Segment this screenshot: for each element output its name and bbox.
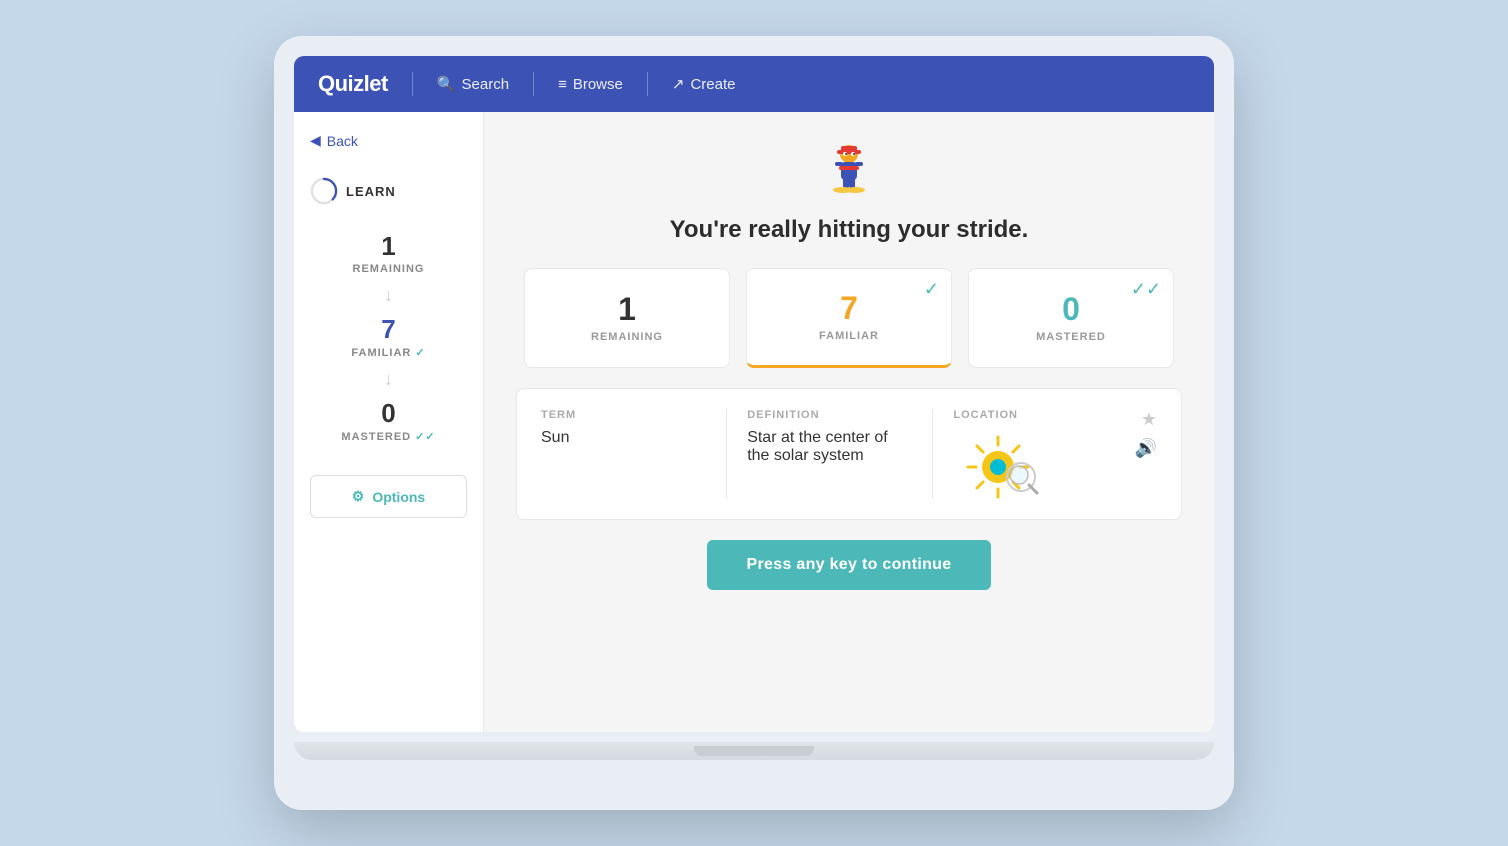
arrow-down-icon-2: ↓: [384, 369, 393, 390]
nav-divider-2: [533, 72, 534, 96]
mastered-card: ✓✓ 0 MASTERED: [968, 268, 1174, 368]
stats-cards-row: 1 REMAINING ✓ 7 FAMILIAR ✓✓ 0 MASTERED: [516, 268, 1182, 368]
mascot-icon: [817, 140, 881, 204]
main-area: You're really hitting your stride. 1 REM…: [484, 112, 1214, 732]
definition-column: DEFINITION Star at the center of the sol…: [747, 409, 912, 465]
term-image: [953, 429, 1053, 499]
options-icon: ⚙: [352, 488, 365, 505]
create-icon: ↗: [672, 75, 685, 93]
nav-divider-3: [647, 72, 648, 96]
options-button[interactable]: ⚙ Options: [310, 475, 467, 518]
navbar: Quizlet 🔍 Search ≡ Browse ↗ Create: [294, 56, 1214, 112]
learn-progress-icon: [310, 177, 338, 205]
back-button[interactable]: ◀ Back: [310, 132, 467, 149]
nav-logo: Quizlet: [318, 71, 388, 97]
browse-icon: ≡: [558, 76, 567, 93]
term-column: TERM Sun: [541, 409, 706, 447]
term-card: TERM Sun DEFINITION Star at the center o…: [516, 388, 1182, 520]
star-button[interactable]: ★: [1141, 409, 1157, 430]
location-column: LOCATION: [953, 409, 1118, 499]
sidebar: ◀ Back LEARN 1 REMAINING ↓ 7: [294, 112, 484, 732]
remaining-card: 1 REMAINING: [524, 268, 730, 368]
search-icon: 🔍: [437, 75, 456, 93]
sidebar-stats: 1 REMAINING ↓ 7 FAMILIAR ✓ ↓ 0 MASTERED …: [310, 233, 467, 443]
laptop-notch: [694, 746, 814, 756]
definition-col-divider: [932, 409, 933, 499]
nav-create[interactable]: ↗ Create: [672, 75, 736, 93]
sun-illustration: [963, 429, 1043, 499]
nav-browse[interactable]: ≡ Browse: [558, 76, 623, 93]
nav-divider: [412, 72, 413, 96]
content-area: ◀ Back LEARN 1 REMAINING ↓ 7: [294, 112, 1214, 732]
term-actions: ★ 🔊: [1135, 409, 1157, 459]
term-col-divider: [726, 409, 727, 499]
headline: You're really hitting your stride.: [670, 216, 1029, 244]
laptop-base: [294, 742, 1214, 760]
arrow-down-icon-1: ↓: [384, 285, 393, 306]
learn-section: LEARN: [310, 177, 467, 205]
back-chevron-icon: ◀: [310, 132, 321, 149]
mastered-check-icon: ✓✓: [415, 430, 435, 443]
mastered-card-check-icon: ✓✓: [1131, 279, 1161, 300]
familiar-card: ✓ 7 FAMILIAR: [746, 268, 952, 368]
laptop-frame: Quizlet 🔍 Search ≡ Browse ↗ Create ◀: [274, 36, 1234, 810]
audio-button[interactable]: 🔊: [1135, 438, 1157, 459]
continue-button[interactable]: Press any key to continue: [707, 540, 992, 590]
laptop-screen: Quizlet 🔍 Search ≡ Browse ↗ Create ◀: [294, 56, 1214, 732]
nav-search[interactable]: 🔍 Search: [437, 75, 509, 93]
familiar-check-icon: ✓: [415, 346, 425, 359]
familiar-card-check-icon: ✓: [924, 279, 939, 300]
